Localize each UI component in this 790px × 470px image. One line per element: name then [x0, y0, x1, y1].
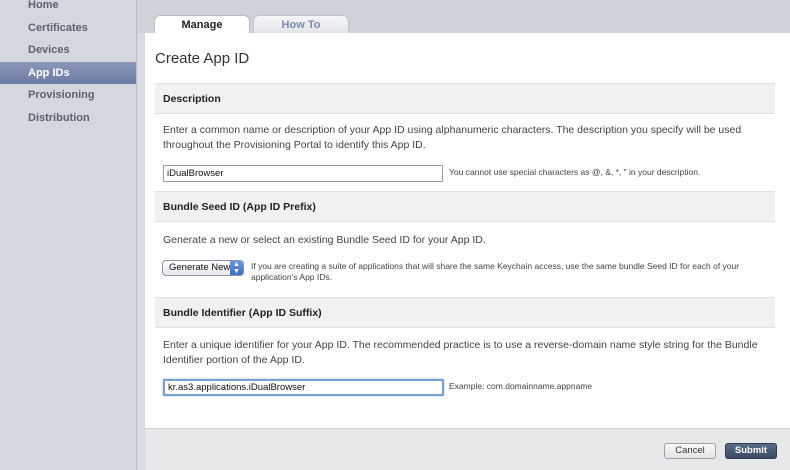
page-title: Create App ID: [155, 50, 250, 67]
bundle-identifier-input[interactable]: [163, 379, 444, 396]
main-panel: Create App ID Description Enter a common…: [145, 33, 790, 428]
sidebar-item-distribution[interactable]: Distribution: [0, 107, 136, 130]
bundle-seed-selected-value: Generate New: [169, 262, 231, 273]
sidebar-item-home[interactable]: Home: [0, 0, 136, 17]
description-hint: You cannot use special characters as @, …: [449, 167, 701, 177]
sidebar-item-app-ids[interactable]: App IDs: [0, 61, 136, 84]
description-input[interactable]: [163, 165, 443, 182]
description-section-header: Description: [155, 83, 775, 114]
cancel-button[interactable]: Cancel: [664, 443, 716, 459]
tab-manage[interactable]: Manage: [154, 15, 250, 35]
select-arrows-icon: ▲ ▼: [230, 261, 243, 275]
description-help-text: Enter a common name or description of yo…: [163, 124, 742, 151]
sidebar-item-devices[interactable]: Devices: [0, 39, 136, 62]
bundle-seed-select[interactable]: Generate New ▲ ▼: [162, 260, 244, 276]
bundle-seed-help-text: Generate a new or select an existing Bun…: [163, 234, 486, 246]
bundle-seed-hint: If you are creating a suite of applicati…: [251, 261, 740, 282]
sidebar-item-certificates[interactable]: Certificates: [0, 17, 136, 40]
bundle-seed-section-header: Bundle Seed ID (App ID Prefix): [155, 191, 775, 222]
sidebar-item-provisioning[interactable]: Provisioning: [0, 84, 136, 107]
bundle-identifier-section-header: Bundle Identifier (App ID Suffix): [155, 297, 775, 328]
submit-button[interactable]: Submit: [725, 443, 777, 459]
tab-how-to[interactable]: How To: [253, 15, 349, 34]
bundle-identifier-help-text: Enter a unique identifier for your App I…: [163, 339, 758, 366]
sidebar: Home Certificates Devices App IDs Provis…: [0, 0, 137, 470]
bundle-identifier-hint: Example: com.domainname.appname: [449, 381, 593, 391]
footer-bar: Cancel Submit: [145, 428, 790, 470]
